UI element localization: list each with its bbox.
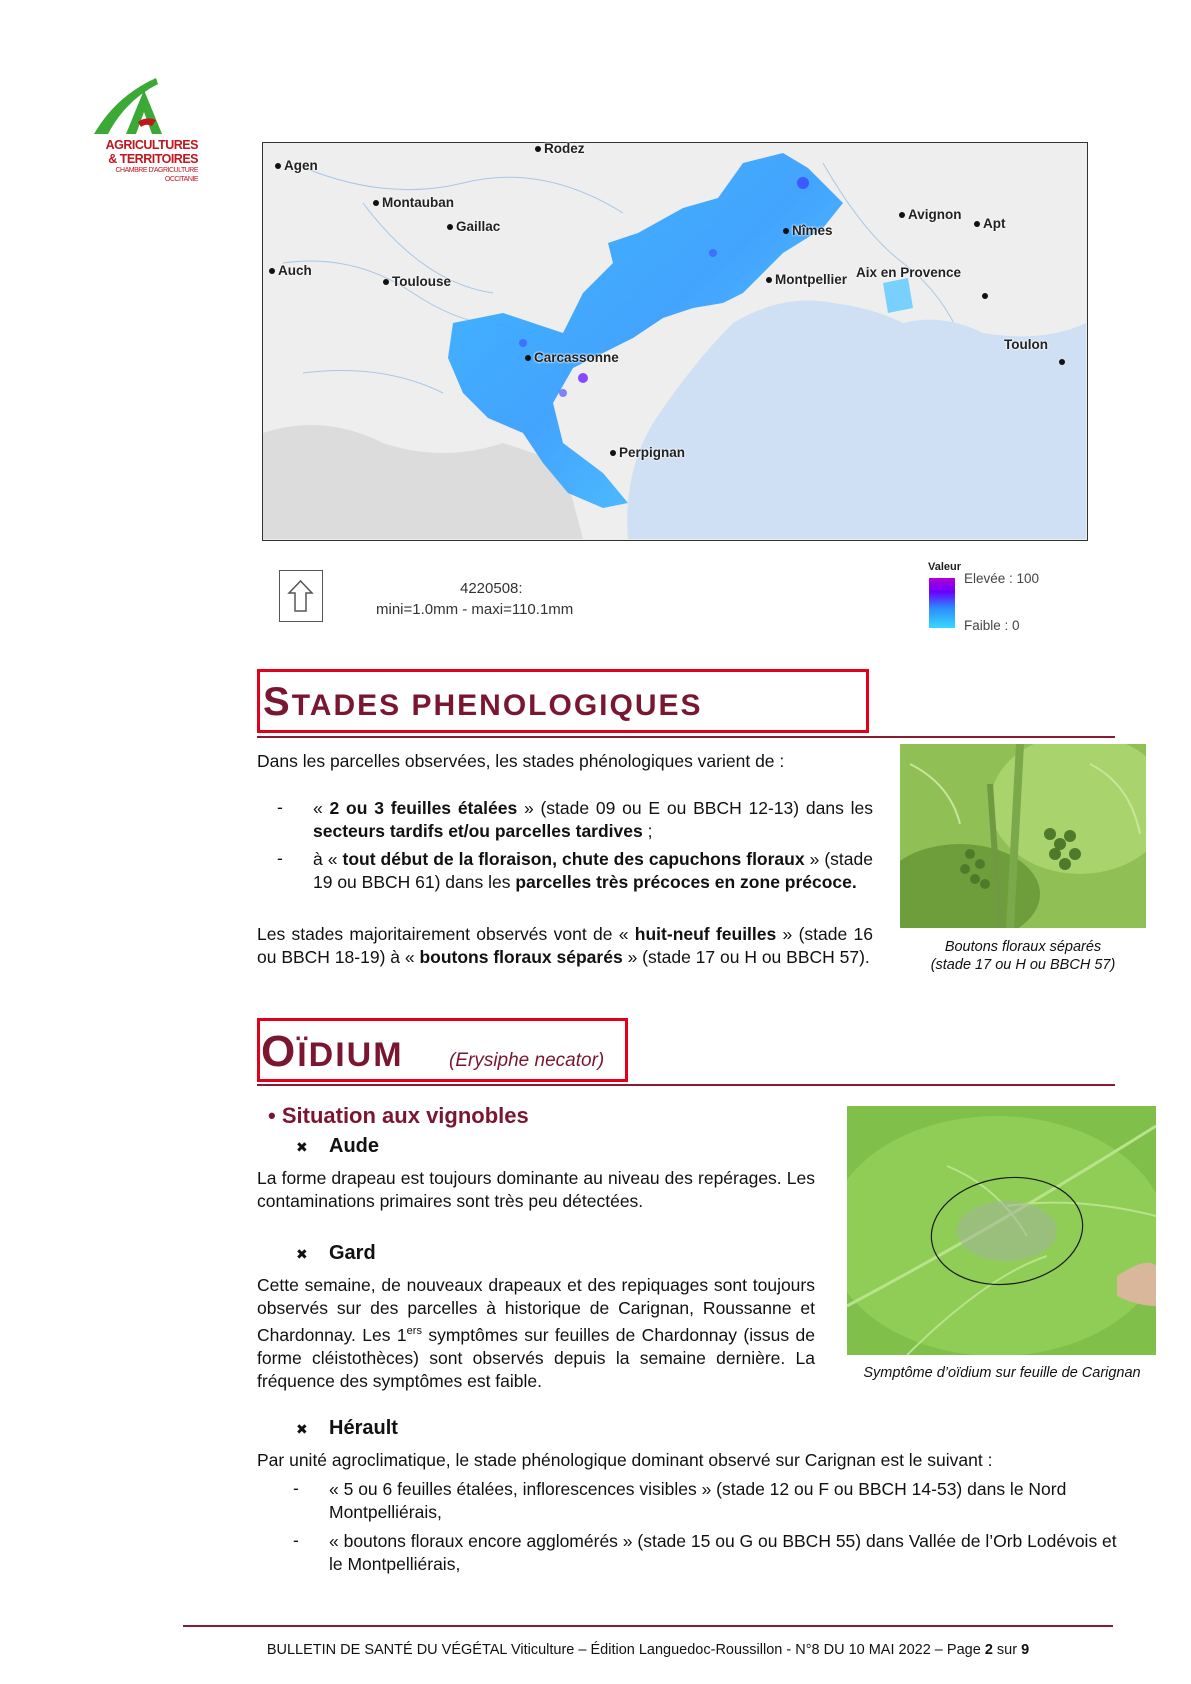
city-label-auch: Auch bbox=[269, 263, 312, 278]
photo-caption-line-2: (stade 17 ou H ou BBCH 57) bbox=[930, 957, 1116, 973]
cross-bullet-icon: ✖ bbox=[296, 1421, 308, 1437]
gard-heading: Gard bbox=[329, 1242, 376, 1264]
legend-high-label: Elevée : 100 bbox=[964, 571, 1040, 586]
herault-item-2: « boutons floraux encore agglomérés » (s… bbox=[329, 1531, 1117, 1574]
stades-summary: Les stades majoritairement observés vont… bbox=[257, 924, 874, 967]
city-label-gaillac: Gaillac bbox=[447, 219, 500, 234]
map-range-label: mini=1.0mm - maxi=110.1mm bbox=[376, 601, 574, 618]
toulon-dot bbox=[1059, 359, 1065, 365]
map-id-label: 4220508: bbox=[460, 580, 523, 597]
city-label-toulon: Toulon bbox=[1004, 337, 1048, 352]
legend-color-bar bbox=[929, 578, 955, 628]
oidium-heading: OÏDIUM bbox=[261, 1027, 404, 1076]
aude-text: La forme drapeau est toujours dominante … bbox=[257, 1168, 815, 1211]
city-label-nimes: Nîmes bbox=[783, 223, 833, 238]
stades-heading: STADES PHENOLOGIQUES bbox=[263, 680, 703, 724]
oidium-heading-rule bbox=[257, 1084, 1115, 1086]
north-arrow-icon bbox=[287, 579, 314, 612]
city-label-rodez: Rodez bbox=[535, 141, 585, 156]
footer-rule bbox=[183, 1625, 1113, 1627]
list-dash: - bbox=[293, 1478, 299, 1498]
page-footer: BULLETIN DE SANTÉ DU VÉGÉTAL Viticulture… bbox=[266, 1642, 1030, 1658]
logo-line-3: CHAMBRE D'AGRICULTURE bbox=[115, 167, 199, 174]
gard-text: Cette semaine, de nouveaux drapeaux et d… bbox=[257, 1275, 815, 1391]
north-arrow bbox=[279, 570, 323, 622]
stades-item-1: « 2 ou 3 feuilles étalées » (stade 09 ou… bbox=[313, 798, 873, 841]
logo-line-2: & TERRITOIRES bbox=[108, 152, 198, 166]
stades-item-2: à « tout début de la floraison, chute de… bbox=[313, 849, 873, 892]
herault-intro: Par unité agroclimatique, le stade phéno… bbox=[257, 1450, 993, 1470]
city-label-aix: Aix en Provence bbox=[856, 265, 962, 280]
cross-bullet-icon: ✖ bbox=[296, 1246, 308, 1262]
city-label-agen: Agen bbox=[275, 158, 318, 173]
herault-item-1: « 5 ou 6 feuilles étalées, inflorescence… bbox=[329, 1479, 1067, 1522]
aude-heading: Aude bbox=[329, 1135, 379, 1157]
legend-title: Valeur bbox=[928, 561, 962, 573]
chambre-agriculture-logo: AGRICULTURES & TERRITOIRES CHAMBRE D'AGR… bbox=[86, 76, 199, 196]
logo-emblem-icon bbox=[94, 78, 162, 134]
situation-heading: • Situation aux vignobles bbox=[268, 1103, 529, 1128]
aix-dot bbox=[982, 293, 988, 299]
legend-low-label: Faible : 0 bbox=[964, 618, 1020, 633]
herault-heading: Hérault bbox=[329, 1417, 398, 1439]
logo-line-1: AGRICULTURES bbox=[105, 138, 199, 152]
photo-caption-line-1: Boutons floraux séparés bbox=[944, 939, 1102, 955]
city-label-toulouse: Toulouse bbox=[383, 274, 451, 289]
stades-heading-rule bbox=[257, 736, 1115, 738]
city-label-montauban: Montauban bbox=[373, 195, 454, 210]
oidium-photo-caption: Symptôme d’oïdium sur feuille de Carigna… bbox=[863, 1365, 1141, 1381]
city-label-avignon: Avignon bbox=[899, 207, 962, 222]
rainfall-map: Rodez Agen Montauban Gaillac Auch Toulou… bbox=[262, 141, 1088, 541]
list-dash: - bbox=[293, 1530, 299, 1550]
city-label-carcassonne: Carcassonne bbox=[525, 350, 619, 365]
cross-bullet-icon: ✖ bbox=[296, 1139, 308, 1155]
logo-line-4: OCCITANIE bbox=[164, 176, 199, 183]
list-dash: - bbox=[277, 797, 283, 817]
grape-buds-image bbox=[880, 734, 1170, 944]
city-label-montpellier: Montpellier bbox=[766, 272, 847, 287]
oidium-leaf-image bbox=[827, 1106, 1167, 1356]
oidium-latin-name: (Erysiphe necator) bbox=[449, 1050, 605, 1071]
city-label-perpignan: Perpignan bbox=[610, 445, 685, 460]
photo-boutons-floraux bbox=[880, 734, 1170, 944]
photo-oidium-leaf bbox=[827, 1106, 1167, 1356]
list-dash: - bbox=[277, 848, 283, 868]
city-label-apt: Apt bbox=[974, 216, 1006, 231]
stades-intro: Dans les parcelles observées, les stades… bbox=[257, 751, 785, 771]
